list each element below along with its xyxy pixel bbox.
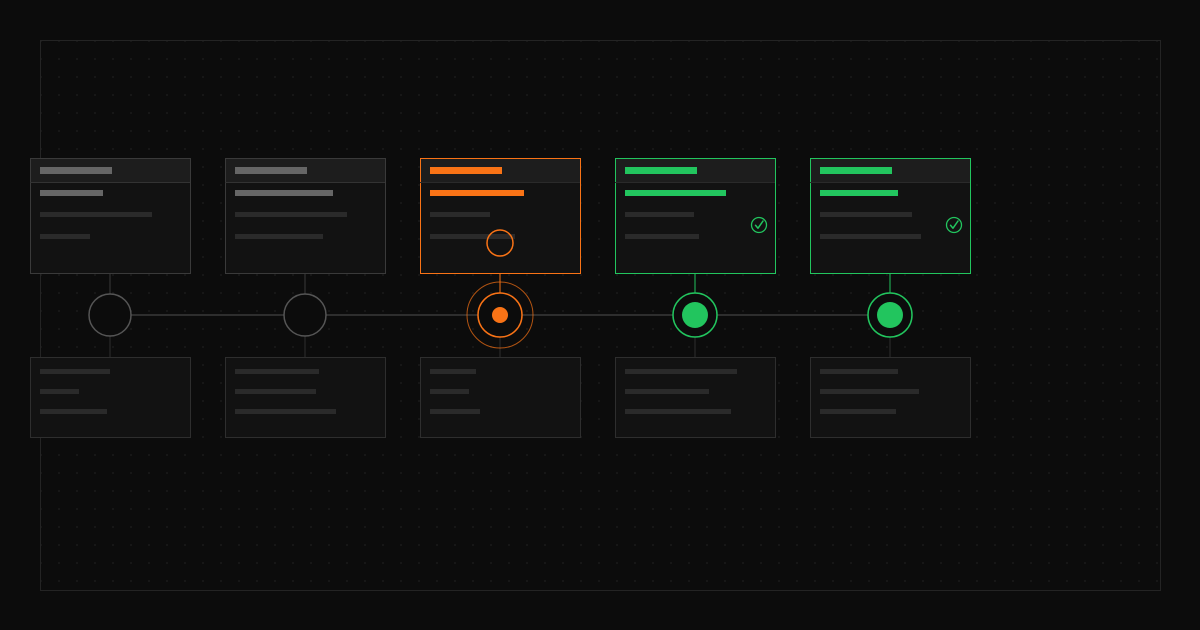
text-line-placeholder [820, 190, 898, 196]
text-line-placeholder [430, 190, 524, 196]
text-line-placeholder [625, 409, 731, 414]
text-line-placeholder [820, 389, 919, 394]
pipeline-diagram [30, 158, 971, 438]
text-line-placeholder [235, 212, 347, 217]
text-line-placeholder [625, 389, 709, 394]
text-line-placeholder [430, 234, 515, 239]
complete-node-core [877, 302, 903, 328]
pending-node[interactable] [283, 293, 327, 337]
text-line-placeholder [820, 234, 921, 239]
pending-node[interactable] [88, 293, 132, 337]
text-line-placeholder [430, 369, 476, 374]
text-line-placeholder [40, 369, 110, 374]
text-line-placeholder [235, 389, 316, 394]
text-line-placeholder [235, 190, 333, 196]
step-title-bar [820, 167, 892, 174]
text-line-placeholder [625, 190, 726, 196]
text-line-placeholder [235, 369, 319, 374]
text-line-placeholder [820, 409, 896, 414]
text-line-placeholder [625, 369, 737, 374]
text-line-placeholder [430, 212, 490, 217]
text-line-placeholder [430, 389, 469, 394]
text-line-placeholder [40, 409, 107, 414]
text-line-placeholder [235, 409, 336, 414]
timeline-stage [0, 0, 1200, 630]
step-title-bar [430, 167, 502, 174]
complete-node-core [682, 302, 708, 328]
text-line-placeholder [235, 234, 323, 239]
text-line-placeholder [40, 234, 90, 239]
active-node-core [492, 307, 508, 323]
text-line-placeholder [625, 212, 694, 217]
step-title-bar [235, 167, 307, 174]
text-line-placeholder [625, 234, 699, 239]
text-line-placeholder [40, 190, 103, 196]
text-line-placeholder [820, 212, 912, 217]
step-title-bar [625, 167, 697, 174]
text-line-placeholder [40, 212, 152, 217]
step-title-bar [40, 167, 112, 174]
text-line-placeholder [820, 369, 898, 374]
text-line-placeholder [40, 389, 79, 394]
text-line-placeholder [430, 409, 480, 414]
